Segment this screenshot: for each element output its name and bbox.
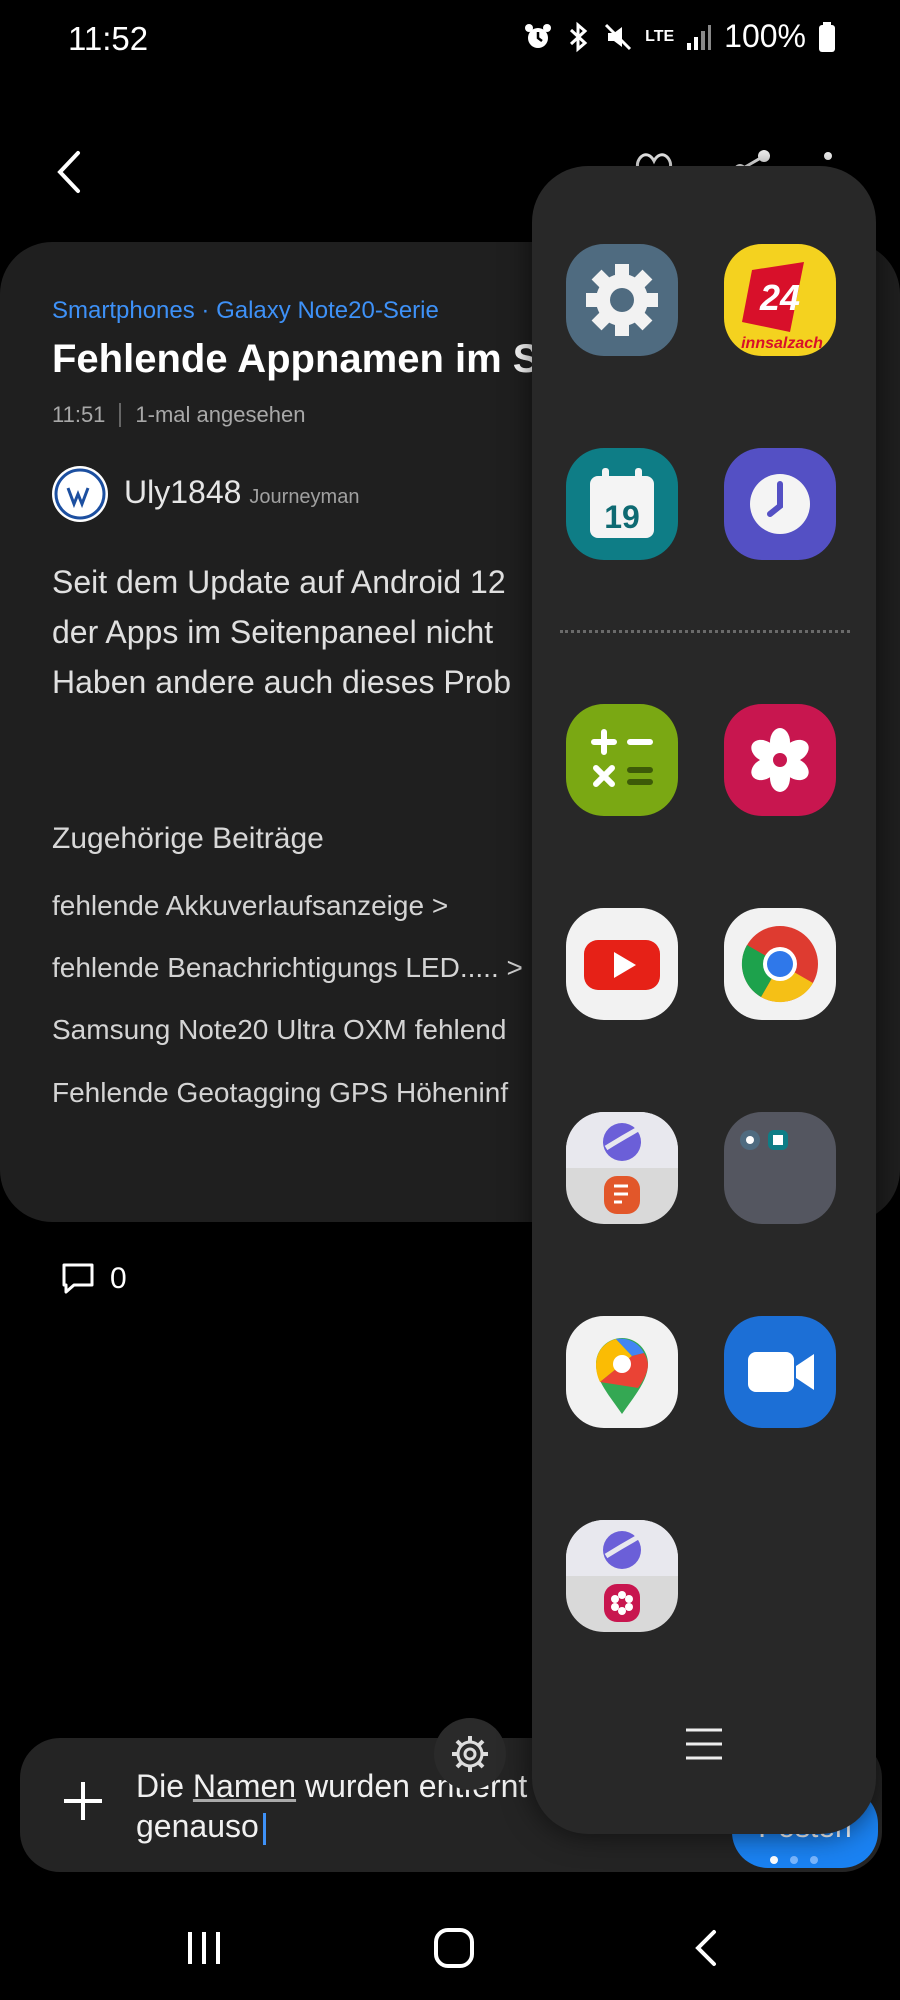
calendar-icon: 19: [590, 468, 654, 538]
internet-gallery-pair-icon: [566, 1520, 678, 1622]
chrome-app-icon[interactable]: [724, 908, 836, 1020]
folder-icon: [740, 1130, 788, 1150]
vfl-bochum-logo-icon: [53, 467, 107, 521]
calendar-day: 19: [604, 499, 640, 535]
panel-menu-icon[interactable]: [684, 1726, 724, 1762]
gear-icon: [452, 1736, 488, 1772]
home-button[interactable]: [432, 1926, 476, 1970]
calculator-icon: [591, 729, 653, 787]
maps-app-icon[interactable]: [566, 1316, 678, 1428]
settings-icon: [586, 264, 658, 336]
maps-icon: [596, 1338, 648, 1414]
comment-icon: [62, 1263, 94, 1294]
status-icons: LTE 100%: [523, 18, 836, 55]
zoom-icon: [748, 1352, 814, 1392]
breadcrumb[interactable]: Smartphones · Galaxy Note20-Serie: [52, 297, 439, 325]
clock-icon: [750, 474, 810, 534]
related-heading: Zugehörige Beiträge: [52, 822, 324, 855]
author-avatar[interactable]: [52, 466, 108, 522]
page-indicator: [770, 1856, 818, 1864]
post-body-line: Haben andere auch dieses Prob: [52, 664, 511, 700]
comment-count-value: 0: [110, 1262, 127, 1295]
network-type: LTE: [645, 27, 675, 45]
internet-notes-pair-icon: [566, 1112, 678, 1214]
edge-panel: 24 innsalzach 19: [532, 166, 876, 1834]
status-time: 11:52: [68, 20, 149, 57]
post-views: 1-mal angesehen: [135, 402, 306, 427]
post-body: Seit dem Update auf Android 12 der Apps …: [52, 557, 511, 707]
gallery-icon: [751, 728, 809, 792]
app-pair-internet-notes[interactable]: [566, 1112, 678, 1224]
app-sublabel: innsalzach: [741, 335, 823, 352]
clock-app-icon[interactable]: [724, 448, 836, 560]
post-body-line: der Apps im Seitenpaneel nicht: [52, 614, 494, 650]
chrome-icon: [741, 926, 818, 1003]
settings-app-icon[interactable]: [566, 244, 678, 356]
innsalzach24-app-icon[interactable]: 24 innsalzach: [724, 244, 836, 356]
battery-level: 100%: [724, 18, 806, 54]
author-username[interactable]: Uly1848: [124, 474, 241, 510]
author-rank: Journeyman: [249, 486, 360, 508]
nav-back-button[interactable]: [694, 1928, 718, 1968]
youtube-app-icon[interactable]: [566, 908, 678, 1020]
post-time: 11:51: [52, 402, 106, 427]
related-item[interactable]: fehlende Akkuverlaufsanzeige >: [52, 890, 448, 922]
related-item[interactable]: Fehlende Geotagging GPS Höheninf: [52, 1077, 508, 1109]
alarm-icon: [525, 23, 552, 48]
youtube-icon: [584, 940, 660, 990]
panel-settings-button[interactable]: [434, 1718, 506, 1790]
battery-icon: [819, 21, 835, 52]
calculator-app-icon[interactable]: [566, 704, 678, 816]
panel-divider: [560, 630, 850, 633]
app-pair-internet-gallery[interactable]: [566, 1520, 678, 1632]
composer-underlined-word: Namen: [192, 1768, 297, 1804]
text-caret: [262, 1812, 266, 1845]
meta-divider: [119, 403, 122, 427]
composer-text-line2: genauso: [136, 1808, 259, 1844]
author-name[interactable]: Uly1848 Journeyman: [124, 474, 359, 511]
signal-icon: [687, 24, 712, 50]
zoom-app-icon[interactable]: [724, 1316, 836, 1428]
mute-icon: [605, 23, 632, 50]
post-body-line: Seit dem Update auf Android 12: [52, 564, 506, 600]
post-title: Fehlende Appnamen im S: [52, 337, 540, 381]
comment-count[interactable]: 0: [60, 1262, 127, 1296]
back-button[interactable]: [48, 145, 94, 199]
add-attachment-icon[interactable]: [60, 1778, 106, 1824]
calendar-app-icon[interactable]: 19: [566, 448, 678, 560]
gallery-app-icon[interactable]: [724, 704, 836, 816]
folder-app-icon[interactable]: [724, 1112, 836, 1224]
bluetooth-icon: [570, 21, 588, 52]
post-meta: 11:51 1-mal angesehen: [52, 402, 305, 428]
composer-text-part: Die: [136, 1768, 193, 1804]
app-label-24: 24: [759, 277, 800, 318]
related-item[interactable]: Samsung Note20 Ultra OXM fehlend: [52, 1014, 506, 1046]
innsalzach24-icon: 24 innsalzach: [741, 262, 823, 352]
related-item[interactable]: fehlende Benachrichtigungs LED..... >: [52, 952, 523, 984]
recent-apps-button[interactable]: [186, 1930, 222, 1966]
